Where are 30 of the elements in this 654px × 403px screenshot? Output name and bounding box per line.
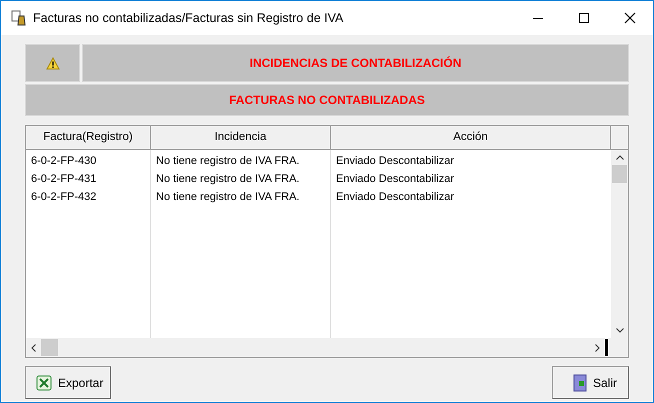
export-button[interactable]: Exportar [25, 366, 111, 399]
app-icon [11, 10, 27, 26]
horizontal-scrollbar[interactable] [26, 338, 628, 357]
scroll-up-icon[interactable] [616, 155, 624, 160]
table-cell-text: Enviado Descontabilizar [336, 154, 454, 169]
scroll-thumb[interactable] [612, 165, 627, 183]
scroll-thumb[interactable] [41, 339, 58, 356]
window-title: Facturas no contabilizadas/Facturas sin Registro de IVA [33, 10, 344, 27]
banner-title: INCIDENCIAS DE CONTABILIZACIÓN [250, 55, 462, 72]
table-cell-text: No tiene registro de IVA FRA. [156, 190, 300, 205]
table-cell-text: No tiene registro de IVA FRA. [156, 154, 300, 169]
table-cell-text: Enviado Descontabilizar [336, 172, 454, 187]
table-cell-text: Enviado Descontabilizar [336, 190, 454, 205]
table-cell-text: No tiene registro de IVA FRA. [156, 172, 300, 187]
vertical-scrollbar[interactable] [611, 150, 628, 338]
resize-mark [605, 339, 608, 356]
column-header[interactable]: Acción [331, 126, 611, 150]
scroll-down-icon[interactable] [616, 328, 624, 333]
table-cell-text: 6-0-2-FP-432 [31, 190, 96, 205]
column-header[interactable]: Incidencia [151, 126, 331, 150]
exit-button[interactable]: Salir [552, 366, 629, 399]
spreadsheet-icon [36, 374, 52, 390]
door-icon [573, 374, 587, 392]
scroll-left-icon[interactable] [31, 344, 36, 352]
warning-icon [46, 56, 60, 70]
table-cell-text: 6-0-2-FP-430 [31, 154, 96, 169]
table-cell-text: 6-0-2-FP-431 [31, 172, 96, 187]
column-header[interactable]: Factura(Registro) [26, 126, 151, 150]
scroll-right-icon[interactable] [595, 344, 600, 352]
banner-subtitle: FACTURAS NO CONTABILIZADAS [229, 92, 425, 109]
